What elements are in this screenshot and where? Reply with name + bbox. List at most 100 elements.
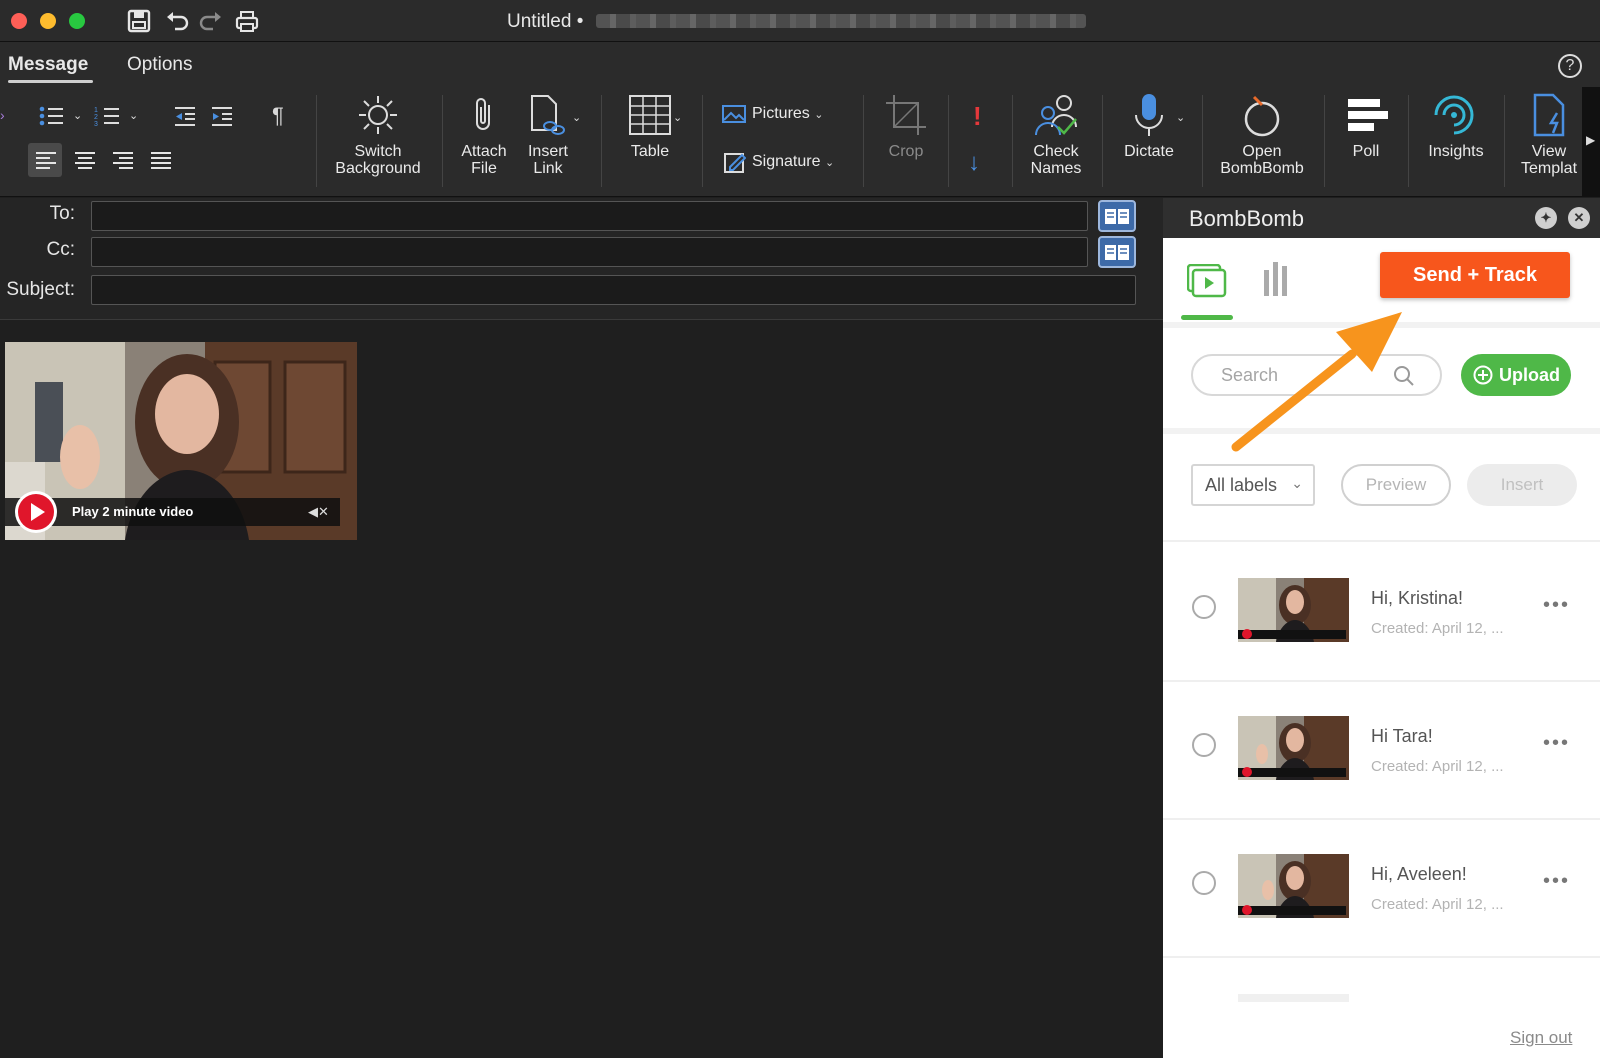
pictures-label: Pictures bbox=[752, 105, 810, 123]
dictate-button[interactable]: Dictate bbox=[1114, 93, 1184, 160]
svg-text:3: 3 bbox=[94, 121, 98, 127]
templates-icon bbox=[1533, 93, 1565, 137]
justify-icon[interactable] bbox=[150, 151, 172, 171]
select-radio[interactable] bbox=[1192, 871, 1216, 895]
ribbon-separator bbox=[1102, 95, 1103, 187]
low-importance-icon[interactable]: ↓ bbox=[968, 149, 980, 177]
send-track-button[interactable]: Send + Track bbox=[1380, 252, 1570, 298]
switch-background-button[interactable]: Switch Background bbox=[330, 93, 426, 177]
overflow-arrow-icon[interactable]: › bbox=[0, 107, 5, 123]
increase-indent-icon[interactable] bbox=[210, 105, 234, 127]
insert-link-label-1: Insert bbox=[527, 143, 568, 160]
decrease-indent-icon[interactable] bbox=[173, 105, 197, 127]
subject-field[interactable] bbox=[91, 275, 1136, 305]
table-icon bbox=[629, 95, 671, 135]
check-names-label-1: Check bbox=[1033, 143, 1079, 160]
maximize-window-button[interactable] bbox=[69, 13, 85, 29]
labels-dropdown[interactable]: All labels ⌄ bbox=[1191, 464, 1315, 506]
chevron-down-icon[interactable]: ⌄ bbox=[73, 109, 82, 122]
open-bombbomb-label-2: BombBomb bbox=[1220, 160, 1304, 177]
check-names-button[interactable]: Check Names bbox=[1024, 93, 1088, 177]
video-caption-bar: Play 2 minute video ◀✕ bbox=[5, 491, 340, 533]
ribbon-separator bbox=[601, 95, 602, 187]
video-list-item[interactable]: Hi, Kristina! Created: April 12, ... ••• bbox=[1163, 544, 1600, 682]
poll-button[interactable]: Poll bbox=[1336, 93, 1396, 160]
analytics-tab-icon[interactable] bbox=[1263, 260, 1289, 296]
attach-file-button[interactable]: Attach File bbox=[456, 93, 512, 177]
search-row: Search Upload bbox=[1163, 334, 1600, 434]
insert-link-label-2: Link bbox=[533, 160, 563, 177]
sign-out-link[interactable]: Sign out bbox=[1510, 1028, 1572, 1048]
crop-button[interactable]: Crop bbox=[876, 93, 936, 160]
pictures-button[interactable]: Pictures ⌄ bbox=[722, 105, 823, 123]
signature-label: Signature bbox=[752, 153, 821, 171]
more-options-icon[interactable]: ••• bbox=[1543, 732, 1570, 755]
tab-options[interactable]: Options bbox=[127, 54, 192, 76]
play-button-fill bbox=[18, 494, 54, 530]
numbered-list-icon[interactable]: 123 bbox=[94, 105, 120, 127]
address-book-icon bbox=[1105, 209, 1129, 224]
ribbon-separator bbox=[863, 95, 864, 187]
preview-button[interactable]: Preview bbox=[1341, 464, 1451, 506]
tab-message[interactable]: Message bbox=[8, 54, 88, 76]
active-tab-indicator bbox=[8, 80, 93, 83]
view-templates-button[interactable]: View Templat bbox=[1514, 93, 1584, 177]
bombbomb-pane: BombBomb ✦ ✕ Send + Track Search Upload … bbox=[1163, 198, 1600, 1058]
address-book-to-button[interactable] bbox=[1098, 200, 1136, 232]
signature-button[interactable]: Signature ⌄ bbox=[724, 151, 834, 173]
insert-button[interactable]: Insert bbox=[1467, 464, 1577, 506]
video-list-item[interactable]: Hi, Aveleen! Created: April 12, ... ••• bbox=[1163, 820, 1600, 958]
insights-button[interactable]: Insights bbox=[1420, 93, 1492, 160]
select-radio[interactable] bbox=[1192, 595, 1216, 619]
video-thumbnail[interactable]: Play 2 minute video ◀✕ bbox=[5, 342, 357, 540]
paragraph-marks-icon[interactable]: ¶ bbox=[272, 103, 284, 129]
switch-background-label-2: Background bbox=[335, 160, 421, 177]
video-list-thumbnail bbox=[1238, 716, 1349, 780]
to-field[interactable] bbox=[91, 201, 1088, 231]
redo-icon[interactable] bbox=[198, 8, 224, 34]
video-list-item[interactable]: Hi Tara! Created: April 12, ... ••• bbox=[1163, 682, 1600, 820]
chevron-down-icon[interactable]: ⌄ bbox=[572, 111, 581, 124]
insights-label: Insights bbox=[1428, 143, 1484, 160]
high-importance-icon[interactable]: ! bbox=[973, 101, 982, 132]
open-bombbomb-button[interactable]: Open BombBomb bbox=[1214, 93, 1310, 177]
pin-icon[interactable]: ✦ bbox=[1535, 207, 1557, 229]
help-icon[interactable]: ? bbox=[1558, 54, 1582, 78]
insert-link-button[interactable]: Insert Link bbox=[520, 93, 576, 177]
align-center-icon[interactable] bbox=[74, 151, 96, 171]
select-radio[interactable] bbox=[1192, 733, 1216, 757]
address-book-cc-button[interactable] bbox=[1098, 236, 1136, 268]
minimize-window-button[interactable] bbox=[40, 13, 56, 29]
upload-button[interactable]: Upload bbox=[1461, 354, 1571, 396]
ribbon-separator bbox=[1504, 95, 1505, 187]
play-button[interactable] bbox=[15, 491, 57, 533]
ribbon-separator bbox=[442, 95, 443, 187]
to-label: To: bbox=[49, 203, 75, 224]
videos-tab-icon[interactable] bbox=[1187, 264, 1227, 298]
chevron-down-icon[interactable]: ⌄ bbox=[673, 111, 682, 124]
bombbomb-icon bbox=[1244, 95, 1280, 137]
upload-label: Upload bbox=[1499, 365, 1560, 385]
close-pane-icon[interactable]: ✕ bbox=[1568, 207, 1590, 229]
more-options-icon[interactable]: ••• bbox=[1543, 594, 1570, 617]
chevron-down-icon[interactable]: ⌄ bbox=[1176, 111, 1185, 124]
video-list-thumbnail bbox=[1238, 854, 1349, 918]
link-icon bbox=[531, 95, 565, 135]
table-button[interactable]: Table bbox=[612, 93, 688, 160]
cc-field[interactable] bbox=[91, 237, 1088, 267]
search-input[interactable]: Search bbox=[1191, 354, 1442, 396]
save-icon[interactable] bbox=[126, 8, 152, 34]
redacted-title-text bbox=[596, 14, 1086, 28]
undo-icon[interactable] bbox=[164, 8, 190, 34]
align-right-icon[interactable] bbox=[112, 151, 134, 171]
bullet-list-icon[interactable] bbox=[38, 105, 64, 127]
crop-icon bbox=[886, 95, 926, 135]
print-icon[interactable] bbox=[234, 8, 260, 34]
chevron-down-icon: ⌄ bbox=[824, 157, 835, 170]
video-title: Hi, Kristina! bbox=[1371, 588, 1464, 608]
pane-header: BombBomb ✦ ✕ bbox=[1163, 198, 1600, 238]
more-options-icon[interactable]: ••• bbox=[1543, 870, 1570, 893]
close-window-button[interactable] bbox=[11, 13, 27, 29]
chevron-down-icon[interactable]: ⌄ bbox=[129, 109, 138, 122]
video-created-date: Created: April 12, ... bbox=[1371, 620, 1504, 637]
